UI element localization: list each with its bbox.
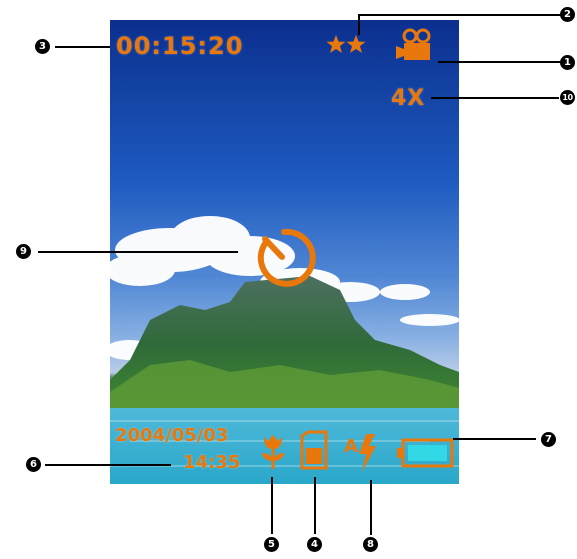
- callout-2: 2: [560, 7, 575, 22]
- callout-8: 8: [363, 537, 378, 552]
- time-stamp: 14:35: [183, 452, 241, 473]
- callout-3: 3: [35, 39, 50, 54]
- callout-line-1: [438, 61, 566, 63]
- macro-flower-icon: [262, 435, 284, 469]
- callout-line-10: [431, 97, 559, 99]
- star-icon: [326, 35, 346, 53]
- callout-line-8: [370, 480, 372, 535]
- battery-icon: [397, 438, 454, 468]
- callout-7: 7: [541, 432, 556, 447]
- star-icon: [346, 35, 366, 53]
- date-stamp: 2004/05/03: [115, 425, 229, 446]
- video-camera-icon: [396, 28, 431, 60]
- callout-line-2: [358, 14, 563, 16]
- svg-text:A: A: [344, 436, 358, 457]
- zoom-level: 4X: [391, 86, 426, 111]
- self-timer-icon: [257, 228, 316, 287]
- callout-line-6: [45, 464, 171, 466]
- callout-10: 10: [560, 90, 575, 105]
- callout-6: 6: [26, 457, 41, 472]
- callout-4: 4: [307, 537, 322, 552]
- callout-1: 1: [560, 55, 575, 70]
- callout-line-3: [55, 46, 110, 48]
- sd-card-icon: [300, 430, 328, 470]
- callout-line-5: [271, 477, 273, 534]
- auto-flash-icon: A: [344, 434, 376, 472]
- callout-line-9: [38, 251, 238, 253]
- recording-time: 00:15:20: [116, 32, 244, 60]
- battery-level-fill: [408, 445, 447, 461]
- callout-line-4: [314, 477, 316, 534]
- quality-stars: [326, 35, 366, 53]
- callout-9: 9: [16, 244, 31, 259]
- callout-5: 5: [264, 537, 279, 552]
- callout-line-7: [453, 438, 536, 440]
- callout-line-2-vertical: [358, 15, 360, 35]
